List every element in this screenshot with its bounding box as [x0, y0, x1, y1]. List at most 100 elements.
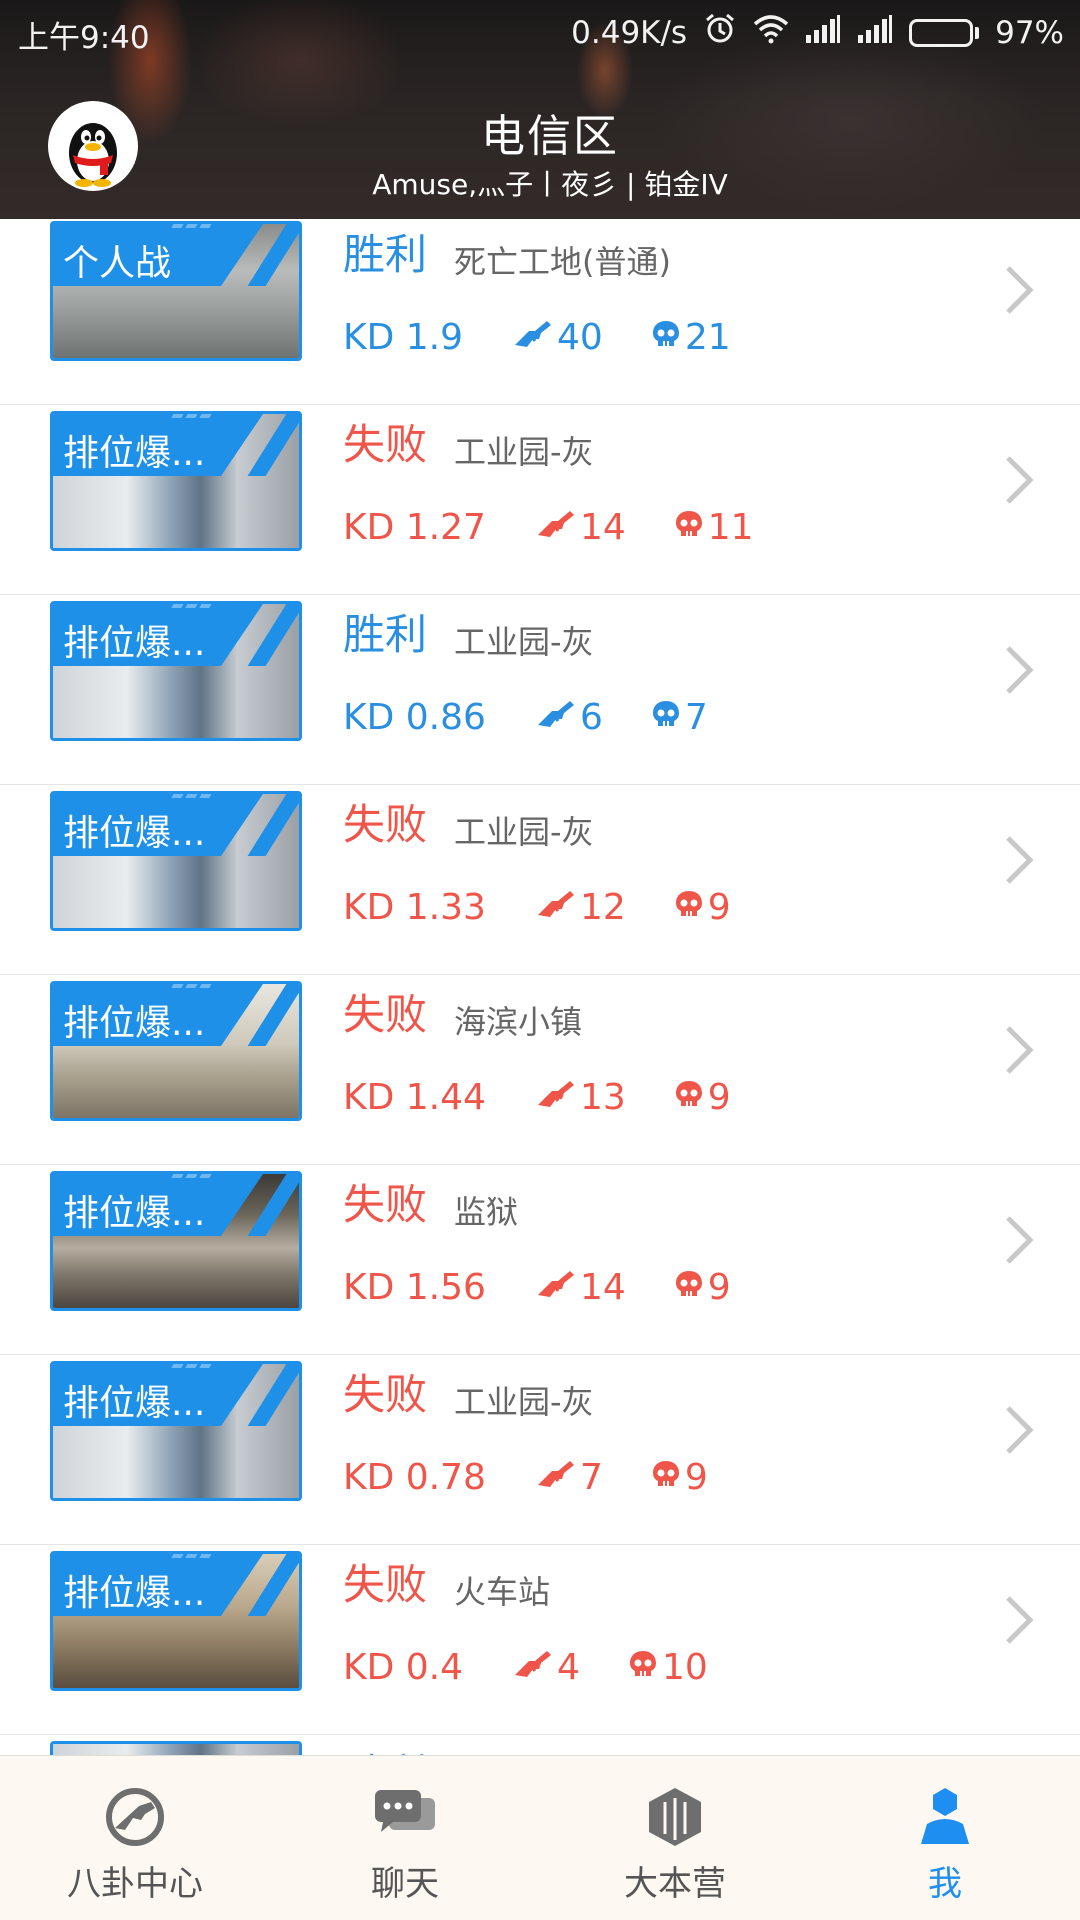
map-thumbnail: 排位爆... — [50, 1361, 302, 1501]
match-row[interactable]: 排位爆... 失败 工业园-灰 KD 1.33 12 9 — [0, 785, 1080, 975]
chevron-right-icon[interactable] — [998, 1020, 1038, 1080]
deaths-count: 21 — [684, 317, 731, 358]
map-thumbnail: 个人战 — [50, 221, 302, 361]
match-row[interactable]: 排位爆... 失败 火车站 KD 0.4 4 10 — [0, 1545, 1080, 1735]
match-row[interactable]: 胜利 — [0, 1735, 1080, 1755]
page-title: 电信区 — [481, 111, 619, 162]
kills-count: 14 — [579, 507, 626, 548]
deaths-count: 10 — [661, 1647, 708, 1688]
gun-icon — [536, 507, 576, 548]
skull-icon — [628, 1647, 658, 1688]
kd-ratio: KD 1.44 — [343, 1077, 486, 1118]
match-row[interactable]: 排位爆... 失败 工业园-灰 KD 1.27 14 11 — [0, 405, 1080, 595]
kd-ratio: KD 1.56 — [343, 1267, 486, 1308]
gun-icon — [536, 887, 576, 928]
match-result: 失败 — [343, 420, 428, 469]
tab-base-camp[interactable]: 大本营 — [540, 1756, 810, 1920]
match-stats: KD 0.78 7 9 — [343, 1457, 708, 1498]
deaths-count: 9 — [707, 887, 731, 928]
skull-icon — [651, 317, 681, 358]
match-row[interactable]: 排位爆... 失败 监狱 KD 1.56 14 9 — [0, 1165, 1080, 1355]
skull-icon — [651, 697, 681, 738]
gun-icon — [536, 1267, 576, 1308]
match-row[interactable]: 排位爆... 失败 海滨小镇 KD 1.44 13 9 — [0, 975, 1080, 1165]
deaths-stat: 9 — [674, 1267, 731, 1308]
map-name: 工业园-灰 — [454, 433, 594, 471]
map-thumbnail: 排位爆... — [50, 1171, 302, 1311]
status-right: 0.49K/s 97% — [571, 12, 1064, 54]
match-stats: KD 1.9 40 21 — [343, 317, 731, 358]
header: 上午9:40 0.49K/s 97% 电信区 Amuse,灬子丨夜彡 | 铂金I… — [0, 0, 1080, 219]
match-result: 胜利 — [343, 1741, 427, 1755]
kd-ratio: KD 1.27 — [343, 507, 486, 548]
kills-count: 6 — [579, 697, 603, 738]
kills-count: 13 — [579, 1077, 626, 1118]
deaths-stat: 9 — [651, 1457, 708, 1498]
tab-label: 八卦中心 — [67, 1864, 203, 1904]
kills-stat: 12 — [536, 887, 626, 928]
match-result: 失败 — [343, 1180, 428, 1229]
kd-ratio: KD 0.78 — [343, 1457, 486, 1498]
deaths-count: 9 — [707, 1267, 731, 1308]
chevron-right-icon[interactable] — [998, 260, 1038, 320]
deaths-stat: 9 — [674, 887, 731, 928]
kills-count: 14 — [579, 1267, 626, 1308]
map-name: 工业园-灰 — [454, 623, 594, 661]
user-profile-icon — [909, 1784, 981, 1850]
player-info: Amuse,灬子丨夜彡 | 铂金IV — [372, 168, 728, 201]
match-stats: KD 0.86 6 7 — [343, 697, 708, 738]
chevron-right-icon[interactable] — [998, 830, 1038, 890]
tab-label: 大本营 — [624, 1864, 726, 1904]
skull-icon — [674, 507, 704, 548]
match-stats: KD 1.44 13 9 — [343, 1077, 731, 1118]
kills-stat: 14 — [536, 507, 626, 548]
tab-label: 聊天 — [371, 1864, 439, 1904]
wifi-icon — [753, 14, 789, 52]
deaths-stat: 9 — [674, 1077, 731, 1118]
kills-count: 40 — [557, 317, 603, 358]
skull-icon — [674, 1077, 704, 1118]
chevron-right-icon[interactable] — [998, 1590, 1038, 1650]
match-stats: KD 1.27 14 11 — [343, 507, 754, 548]
bottom-tab-bar: 八卦中心 聊天 大本营 我 — [0, 1755, 1080, 1920]
network-speed: 0.49K/s — [571, 15, 688, 51]
map-name: 火车站 — [454, 1573, 551, 1611]
kills-stat: 7 — [536, 1457, 603, 1498]
map-name: 工业园-灰 — [454, 813, 594, 851]
skull-icon — [674, 887, 704, 928]
chevron-right-icon[interactable] — [998, 450, 1038, 510]
battery-percent: 97% — [995, 15, 1064, 51]
kills-stat: 14 — [536, 1267, 626, 1308]
match-row[interactable]: 排位爆... 胜利 工业园-灰 KD 0.86 6 7 — [0, 595, 1080, 785]
chevron-right-icon[interactable] — [998, 640, 1038, 700]
match-result: 胜利 — [343, 230, 428, 279]
deaths-count: 9 — [707, 1077, 731, 1118]
match-row[interactable]: 排位爆... 失败 工业园-灰 KD 0.78 7 9 — [0, 1355, 1080, 1545]
deaths-count: 11 — [707, 507, 754, 548]
match-list[interactable]: 个人战 胜利 死亡工地(普通) KD 1.9 40 21 排位爆... 失败 工… — [0, 219, 1080, 1755]
gun-icon — [513, 1647, 553, 1688]
kd-ratio: KD 1.33 — [343, 887, 486, 928]
signal-icon — [857, 15, 893, 51]
match-stats: KD 0.4 4 10 — [343, 1647, 708, 1688]
kills-count: 7 — [579, 1457, 603, 1498]
match-result: 胜利 — [343, 610, 428, 659]
chevron-right-icon[interactable] — [998, 1210, 1038, 1270]
signal-icon — [805, 15, 841, 51]
hexagon-base-icon — [639, 1784, 711, 1850]
deaths-stat: 7 — [651, 697, 708, 738]
tab-gossip-center[interactable]: 八卦中心 — [0, 1756, 270, 1920]
deaths-stat: 11 — [674, 507, 754, 548]
tab-me[interactable]: 我 — [810, 1756, 1080, 1920]
deaths-stat: 10 — [628, 1647, 708, 1688]
kills-count: 12 — [579, 887, 626, 928]
map-thumbnail: 排位爆... — [50, 411, 302, 551]
deaths-stat: 21 — [651, 317, 731, 358]
match-row[interactable]: 个人战 胜利 死亡工地(普通) KD 1.9 40 21 — [0, 219, 1080, 405]
chevron-right-icon[interactable] — [998, 1400, 1038, 1460]
tab-label: 我 — [928, 1864, 962, 1904]
map-name: 海滨小镇 — [454, 1003, 583, 1041]
map-thumbnail: 排位爆... — [50, 981, 302, 1121]
match-result: 失败 — [343, 1370, 428, 1419]
tab-chat[interactable]: 聊天 — [270, 1756, 540, 1920]
